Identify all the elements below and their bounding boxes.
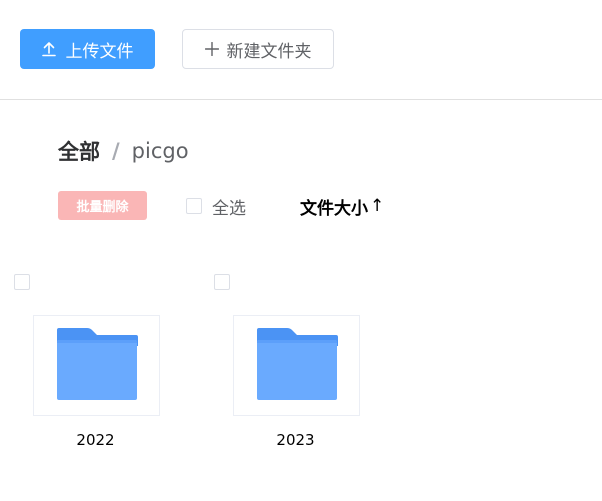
breadcrumb-separator: / xyxy=(112,139,120,163)
select-all-checkbox[interactable] xyxy=(186,198,202,214)
breadcrumb-root[interactable]: 全部 xyxy=(58,136,100,166)
sort-label: 文件大小 xyxy=(300,198,368,219)
new-folder-label: 新建文件夹 xyxy=(226,41,312,62)
folder-card[interactable] xyxy=(233,315,360,416)
sort-ascending-icon: ↑ xyxy=(370,196,385,216)
plus-icon xyxy=(204,42,219,56)
folder-checkbox[interactable] xyxy=(214,274,230,290)
select-all-control[interactable]: 全选 xyxy=(186,194,246,219)
breadcrumb: 全部 / picgo xyxy=(58,136,189,166)
folder-icon xyxy=(255,326,339,406)
new-folder-button[interactable]: 新建文件夹 xyxy=(182,29,334,69)
batch-delete-button[interactable]: 批量删除 xyxy=(58,191,147,220)
upload-file-label: 上传文件 xyxy=(65,41,134,62)
breadcrumb-current: picgo xyxy=(131,139,189,163)
folder-name: 2022 xyxy=(76,431,115,449)
folder-card[interactable] xyxy=(33,315,160,416)
folder-icon xyxy=(55,326,139,406)
upload-file-button[interactable]: 上传文件 xyxy=(20,29,155,69)
sort-by-size-button[interactable]: 文件大小 ↑ xyxy=(300,194,385,219)
folder-checkbox[interactable] xyxy=(14,274,30,290)
toolbar-divider xyxy=(0,99,602,100)
select-all-label: 全选 xyxy=(212,198,246,219)
folder-name: 2023 xyxy=(276,431,315,449)
upload-icon xyxy=(41,41,56,57)
